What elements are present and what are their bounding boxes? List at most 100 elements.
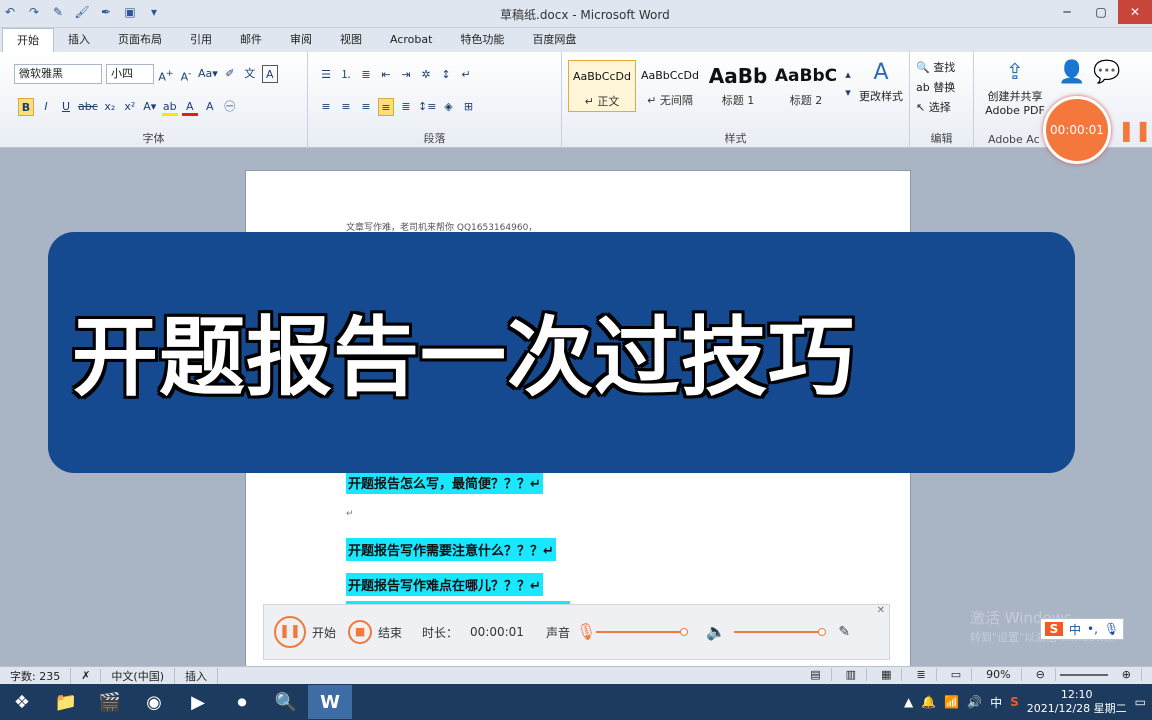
tab-home[interactable]: 开始 [2,28,54,52]
recording-timer-bubble[interactable]: 00:00:01 [1043,96,1111,164]
change-styles-button[interactable]: A 更改样式 [854,58,908,104]
sort-icon[interactable]: ↕ [438,66,454,84]
clock[interactable]: 12:10 2021/12/28 星期二 [1027,688,1127,716]
tab-references[interactable]: 引用 [176,28,226,52]
bullets-icon[interactable]: ☰ [318,66,334,84]
tab-page-layout[interactable]: 页面布局 [104,28,176,52]
zoom-out-icon[interactable]: ⊖ [1026,668,1056,681]
word-app-icon[interactable]: W [308,685,352,719]
shrink-font-icon[interactable]: A- [178,65,194,84]
zoom-slider[interactable] [1059,673,1108,676]
distributed-icon[interactable]: ≣ [398,98,414,116]
browser-icon[interactable]: ◉ [132,685,176,719]
user-icon-button[interactable]: 👤 [1054,58,1090,88]
word-count[interactable]: 字数: 235 [0,667,72,684]
increase-indent-icon[interactable]: ⇥ [398,66,414,84]
style-normal[interactable]: AaBbCcDd ↵ 正文 [568,60,636,112]
zoom-level[interactable]: 90% [976,668,1022,681]
video-player-icon[interactable]: ▶ [176,685,220,719]
clear-format-icon[interactable]: ✐ [222,65,238,83]
style-heading-2[interactable]: AaBbC 标题 2 [772,60,840,112]
action-center-icon[interactable]: ▭ [1135,695,1146,709]
notification-icon[interactable]: 🔔 [921,695,936,709]
draft-icon[interactable]: ▭ [941,668,973,681]
zoom-in-icon[interactable]: ⊕ [1112,668,1142,681]
tab-view[interactable]: 视图 [326,28,376,52]
phonetic-guide-icon[interactable]: 文 [242,65,258,83]
find-button[interactable]: 🔍 查找 [916,58,955,78]
justify-icon[interactable]: ≡ [378,98,394,116]
subscript-icon[interactable]: x₂ [102,98,118,116]
proofing-icon[interactable]: ✗ [71,669,102,682]
insert-mode[interactable]: 插入 [175,667,219,684]
multilevel-list-icon[interactable]: ≣ [358,66,374,84]
redo-icon[interactable]: ↷ [24,5,44,21]
close-recorder-icon[interactable]: ✕ [877,605,885,616]
language-indicator[interactable]: 中文(中国) [101,667,176,684]
tab-acrobat[interactable]: Acrobat [376,28,446,52]
show-hidden-icons-icon[interactable]: ▲ [904,695,913,709]
minimize-icon[interactable]: ─ [1050,0,1084,24]
pause-record-button[interactable]: ❚❚ [274,616,306,648]
web-layout-icon[interactable]: ▦ [871,668,903,681]
style-heading-1[interactable]: AaBb 标题 1 [704,60,772,112]
line-spacing-icon[interactable]: ↕≡ [418,98,436,116]
tab-review[interactable]: 审阅 [276,28,326,52]
create-pdf-button[interactable]: ⇪ 创建并共享 Adobe PDF [980,58,1050,117]
strikethrough-icon[interactable]: abc [78,98,98,116]
pause-icon[interactable]: ❚❚ [1118,118,1152,142]
tab-baidu-netdisk[interactable]: 百度网盘 [518,28,590,52]
stop-record-button[interactable]: ■ [348,620,373,644]
chinese-layout-icon[interactable]: ✲ [418,66,434,84]
media-app-icon[interactable]: 🎬 [88,685,132,719]
format-painter-icon[interactable]: ✎ [48,5,68,21]
superscript-icon[interactable]: x² [122,98,138,116]
font-name-combo[interactable]: 微软雅黑 [14,64,102,84]
slider-knob[interactable] [680,628,689,636]
outline-icon[interactable]: ≣ [906,668,937,681]
punctuation-icon[interactable]: •, [1087,622,1098,636]
print-layout-icon[interactable]: ▤ [800,668,832,681]
microphone-icon[interactable]: 🎙 [576,623,596,641]
borders-icon[interactable]: ⊞ [460,98,476,116]
enclose-characters-icon[interactable]: ㊀ [222,98,238,116]
full-screen-reading-icon[interactable]: ▥ [836,668,868,681]
align-left-icon[interactable]: ≡ [318,98,334,116]
network-icon[interactable]: 📶 [944,695,959,709]
underline-icon[interactable]: U [58,98,74,116]
style-no-spacing[interactable]: AaBbCcDd ↵ 无间隔 [636,60,704,112]
numbering-icon[interactable]: ⒈ [338,66,354,84]
show-marks-icon[interactable]: ↵ [458,66,474,84]
brush-icon[interactable]: 🖌 [72,5,92,21]
stop-label[interactable]: 结束 [378,624,402,641]
text-effects-icon[interactable]: A▾ [142,98,158,116]
pen-icon[interactable]: ✎ [836,623,852,641]
file-explorer-icon[interactable]: 📁 [44,685,88,719]
tab-insert[interactable]: 插入 [54,28,104,52]
speaker-volume-slider[interactable] [734,628,827,636]
ime-toolbar[interactable]: S 中 •, 🎙 [1040,618,1125,640]
ime-language[interactable]: 中 [1069,621,1081,638]
undo-icon[interactable]: ↶ [0,5,20,21]
grow-font-icon[interactable]: A+ [158,65,174,84]
shading-icon[interactable]: ◈ [440,98,456,116]
font-size-combo[interactable]: 小四 [106,64,154,84]
speaker-icon[interactable]: 🔈 [706,623,726,641]
volume-icon[interactable]: 🔊 [967,695,982,709]
slider-knob[interactable] [818,628,827,636]
character-shading-icon[interactable]: A [202,98,218,116]
search-app-icon[interactable]: 🔍 [264,685,308,719]
select-button[interactable]: ↖ 选择 [916,98,955,118]
mic-volume-slider[interactable] [596,628,689,636]
microphone-icon[interactable]: 🎙 [1104,622,1119,636]
tab-special-features[interactable]: 特色功能 [446,28,518,52]
italic-icon[interactable]: I [38,98,54,116]
close-icon[interactable]: ✕ [1118,0,1152,24]
align-right-icon[interactable]: ≡ [358,98,374,116]
pen-icon[interactable]: ✒ [96,5,116,21]
start-icon[interactable]: ❖ [0,685,44,719]
highlight-icon[interactable]: ab [161,98,178,116]
character-border-icon[interactable]: A [261,65,278,83]
sogou-tray-icon[interactable]: S [1010,695,1019,709]
tray-ime-icon[interactable]: 中 [990,694,1002,711]
